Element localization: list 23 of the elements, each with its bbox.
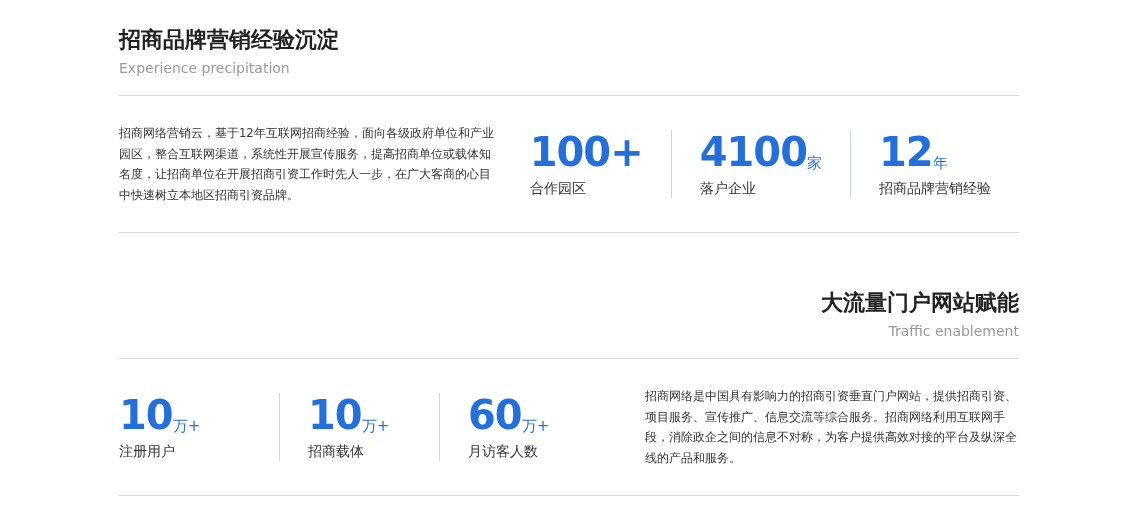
stat-label: 招商载体 — [308, 442, 365, 461]
stat-label: 月访客人数 — [468, 442, 539, 461]
description: 招商网络是中国具有影响力的招商引资垂直门户网站，提供招商引资、项目服务、宣传推广、信息交流等综合服务。招商网络利用互联网手段，消除政企之间的信息不对称，为客户提供高效对接的平台及纵深全线的产品和服务。 — [645, 388, 1018, 467]
stat-label: 招商品牌营销经验 — [879, 179, 991, 198]
stat-unit: 家 — [807, 153, 822, 174]
stat-number: 4100 — [699, 130, 807, 174]
stat-unit: 万+ — [361, 416, 390, 437]
stat-unit: 年 — [932, 153, 948, 174]
section-subtitle: Traffic enablement — [887, 322, 1019, 341]
stat-number: 12 — [879, 130, 933, 174]
stat-label: 落户企业 — [699, 179, 757, 198]
stat-unit: 万+ — [521, 416, 550, 437]
stat-number: 10 — [119, 393, 173, 437]
section-title: 大流量门户网站赋能 — [820, 289, 1019, 317]
stat-label: 注册用户 — [119, 442, 176, 461]
stat-number: 100+ — [529, 130, 643, 174]
stat-unit: 万+ — [172, 416, 201, 437]
stat-label: 合作园区 — [529, 179, 587, 198]
stat-number: 60 — [468, 393, 522, 437]
stat-number: 10 — [308, 393, 362, 437]
section-subtitle: Experience precipitation — [119, 59, 291, 78]
section-title: 招商品牌营销经验沉淀 — [119, 26, 340, 54]
description: 招商网络营销云，基于12年互联网招商经验，面向各级政府单位和产业园区，整合互联网渠道，系统性开展宣传服务，提高招商单位或载体知名度，让招商单位在开展招商引资工作时先人一步，在广大客商的心目中快速树立本地区招商引资品牌。 — [119, 125, 495, 204]
